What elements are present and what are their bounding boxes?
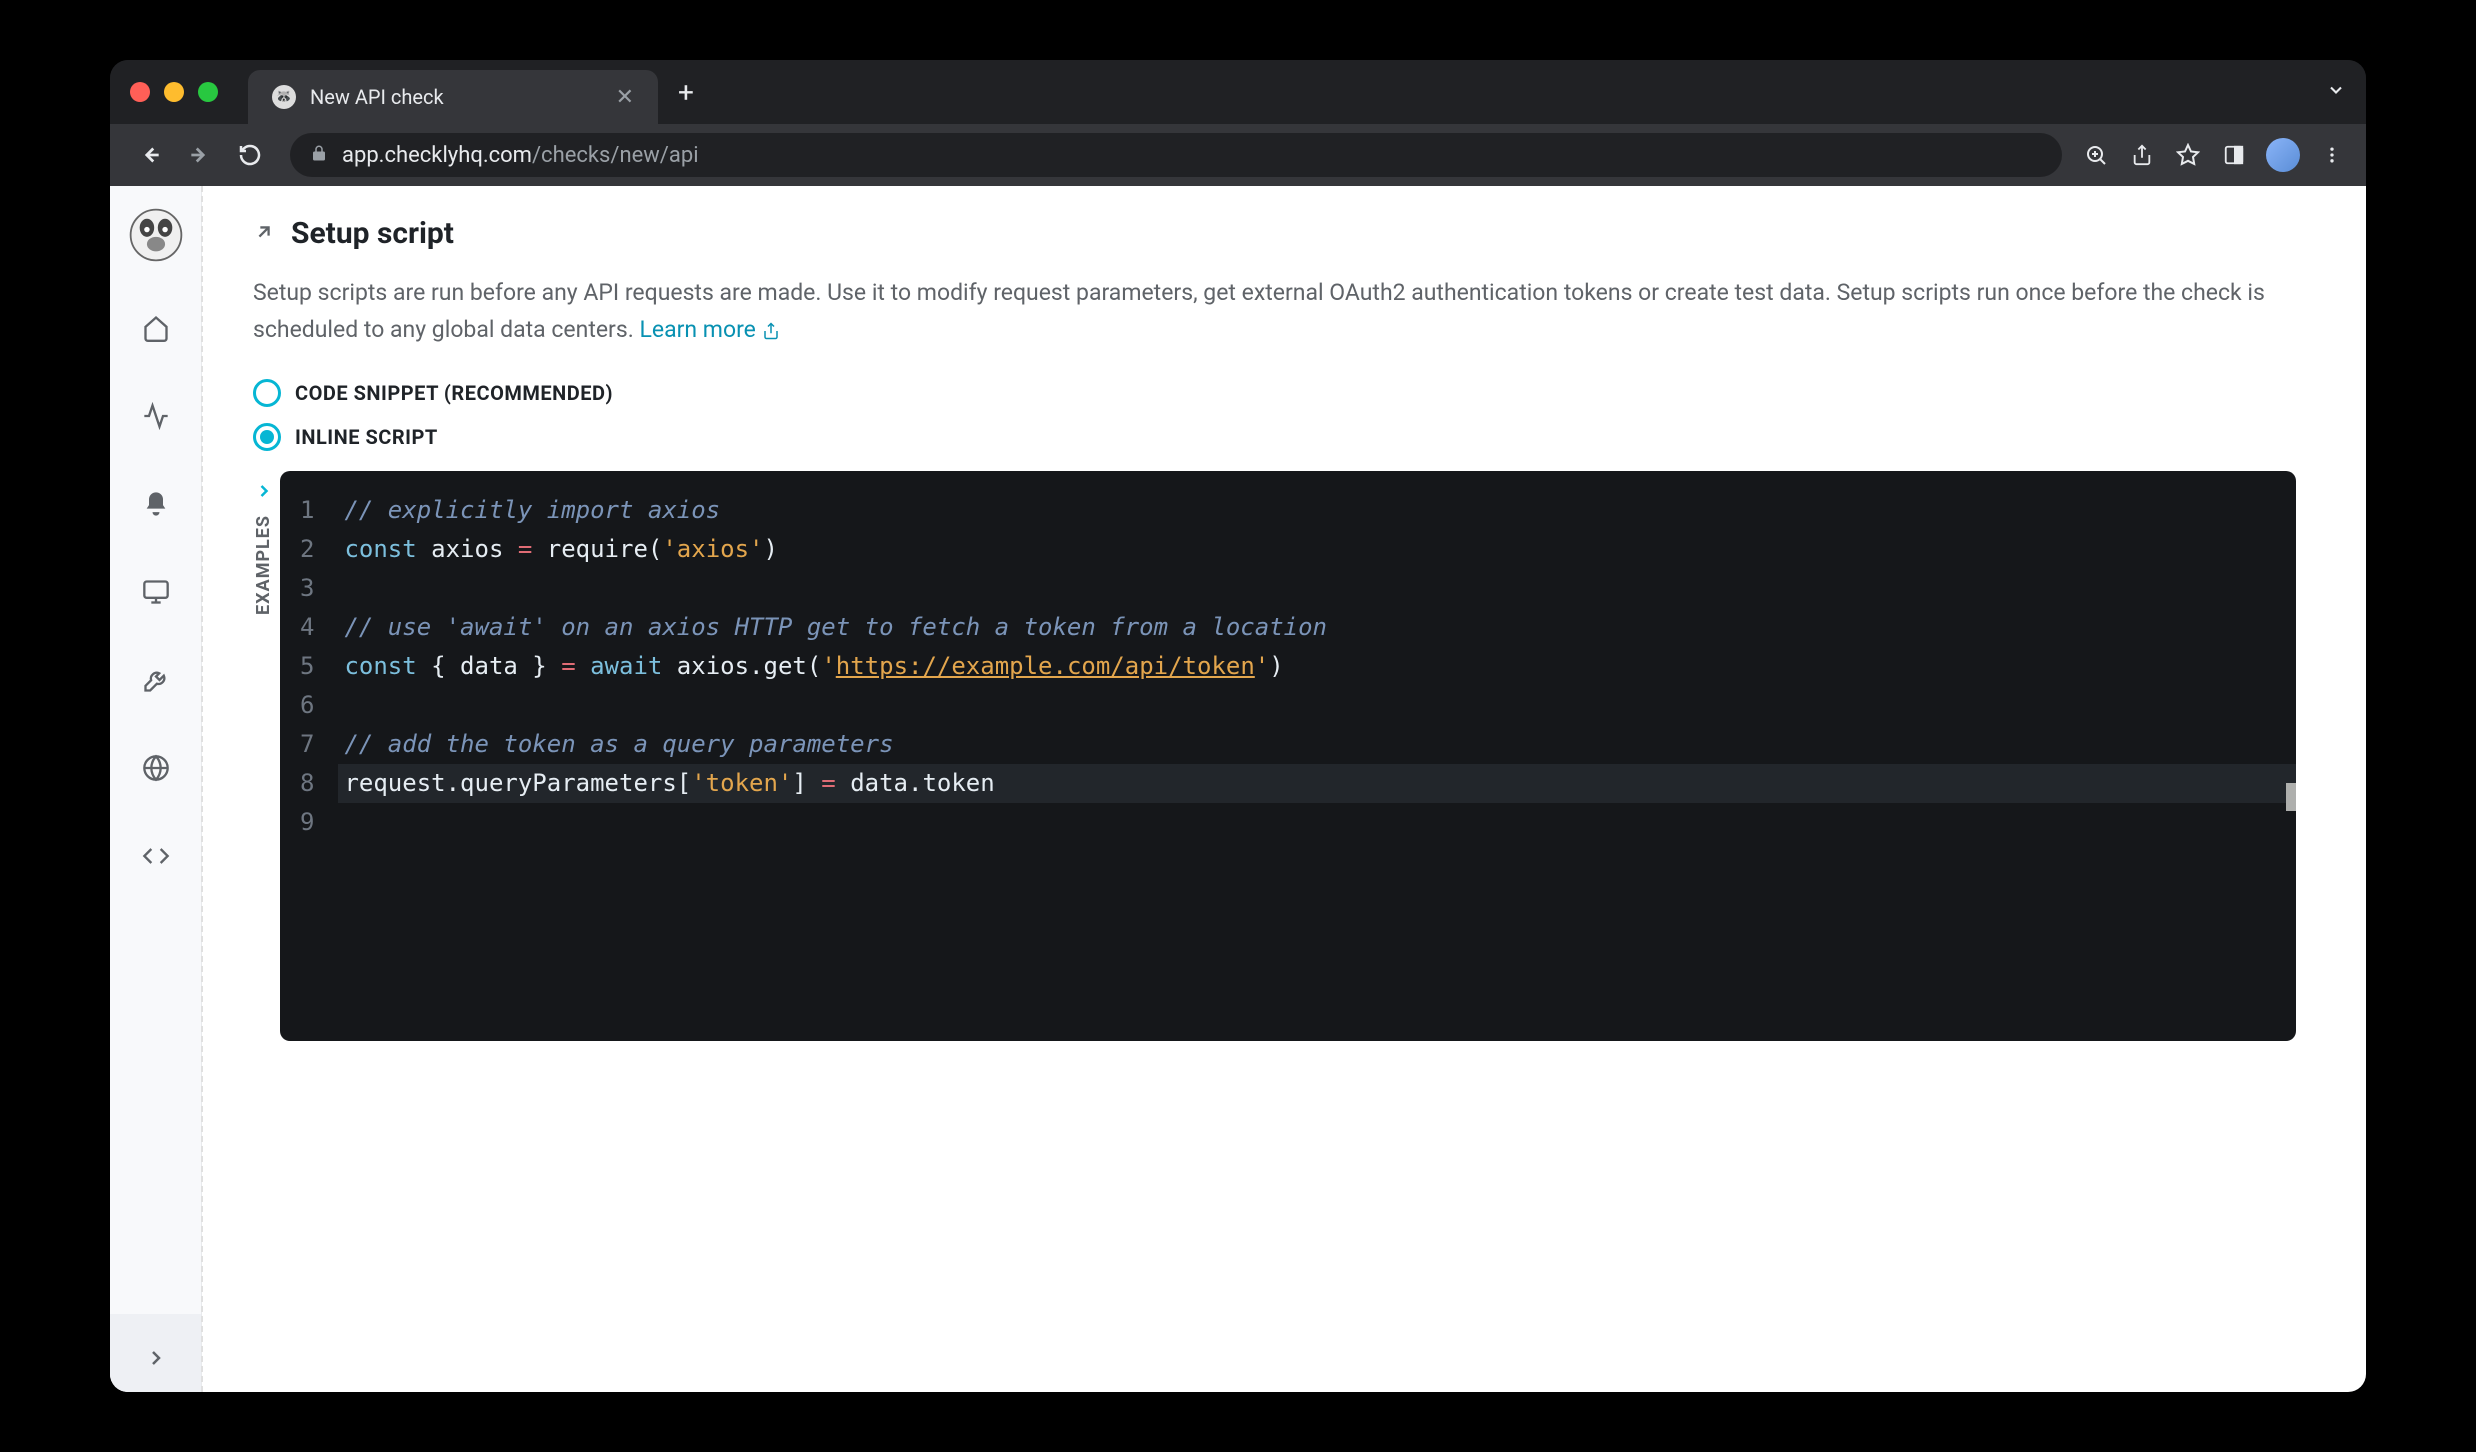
code-icon[interactable] bbox=[132, 832, 180, 880]
maximize-window-button[interactable] bbox=[198, 82, 218, 102]
radio-label: INLINE SCRIPT bbox=[295, 425, 438, 449]
code-editor[interactable]: 1 2 3 4 5 6 7 8 9 // explicitly import a… bbox=[280, 471, 2296, 1041]
window-controls bbox=[130, 82, 218, 102]
lock-icon bbox=[310, 144, 328, 166]
radio-label: CODE SNIPPET (RECOMMENDED) bbox=[295, 381, 613, 405]
chevron-right-icon bbox=[254, 481, 274, 505]
tab-bar: 🦝 New API check ✕ + bbox=[110, 60, 2366, 124]
url-text: app.checklyhq.com/checks/new/api bbox=[342, 143, 699, 168]
radio-circle-icon bbox=[253, 379, 281, 407]
section-title: Setup script bbox=[291, 216, 454, 251]
app-logo[interactable] bbox=[127, 206, 185, 264]
browser-window: 🦝 New API check ✕ + app.checklyhq.com/ch… bbox=[110, 60, 2366, 1392]
reload-button[interactable] bbox=[230, 135, 270, 175]
menu-icon[interactable] bbox=[2318, 141, 2346, 169]
global-icon[interactable] bbox=[132, 744, 180, 792]
maintenance-icon[interactable] bbox=[132, 656, 180, 704]
editor-cursor bbox=[2286, 783, 2296, 811]
radio-circle-selected-icon bbox=[253, 423, 281, 451]
learn-more-link[interactable]: Learn more bbox=[639, 316, 779, 343]
favicon-icon: 🦝 bbox=[272, 85, 296, 109]
section-description: Setup scripts are run before any API req… bbox=[253, 275, 2296, 349]
activity-icon[interactable] bbox=[132, 392, 180, 440]
main-content: Setup script Setup scripts are run befor… bbox=[201, 186, 2366, 1392]
url-host: app.checklyhq.com bbox=[342, 143, 532, 168]
examples-label: EXAMPLES bbox=[253, 515, 274, 615]
address-bar[interactable]: app.checklyhq.com/checks/new/api bbox=[290, 133, 2062, 177]
expand-out-icon[interactable] bbox=[253, 221, 275, 247]
content-area: Setup script Setup scripts are run befor… bbox=[110, 186, 2366, 1392]
forward-button[interactable] bbox=[180, 135, 220, 175]
share-icon[interactable] bbox=[2128, 141, 2156, 169]
panel-icon[interactable] bbox=[2220, 141, 2248, 169]
new-tab-button[interactable]: + bbox=[678, 76, 694, 109]
minimize-window-button[interactable] bbox=[164, 82, 184, 102]
script-type-radio-group: CODE SNIPPET (RECOMMENDED) INLINE SCRIPT bbox=[253, 379, 2296, 451]
url-path: /checks/new/api bbox=[532, 143, 699, 168]
close-tab-icon[interactable]: ✕ bbox=[616, 85, 634, 110]
tab-title: New API check bbox=[310, 85, 602, 109]
back-button[interactable] bbox=[130, 135, 170, 175]
close-window-button[interactable] bbox=[130, 82, 150, 102]
examples-panel-toggle[interactable]: EXAMPLES bbox=[253, 471, 274, 1041]
tab-overflow-button[interactable] bbox=[2326, 80, 2346, 104]
alerts-icon[interactable] bbox=[132, 480, 180, 528]
radio-code-snippet[interactable]: CODE SNIPPET (RECOMMENDED) bbox=[253, 379, 2296, 407]
browser-tab[interactable]: 🦝 New API check ✕ bbox=[248, 70, 658, 124]
bookmark-icon[interactable] bbox=[2174, 141, 2202, 169]
line-numbers: 1 2 3 4 5 6 7 8 9 bbox=[300, 491, 344, 1021]
app-sidebar bbox=[110, 186, 202, 1392]
expand-sidebar-icon[interactable] bbox=[132, 1334, 180, 1382]
toolbar-actions bbox=[2082, 138, 2346, 172]
editor-area: EXAMPLES 1 2 3 4 5 6 7 8 9 bbox=[253, 471, 2296, 1041]
zoom-icon[interactable] bbox=[2082, 141, 2110, 169]
radio-inline-script[interactable]: INLINE SCRIPT bbox=[253, 423, 2296, 451]
home-icon[interactable] bbox=[132, 304, 180, 352]
code-content: // explicitly import axios const axios =… bbox=[344, 491, 2276, 1021]
profile-avatar[interactable] bbox=[2266, 138, 2300, 172]
external-link-icon bbox=[762, 316, 780, 343]
description-text: Setup scripts are run before any API req… bbox=[253, 279, 2265, 343]
browser-toolbar: app.checklyhq.com/checks/new/api bbox=[110, 124, 2366, 186]
section-header: Setup script bbox=[253, 216, 2296, 251]
dashboards-icon[interactable] bbox=[132, 568, 180, 616]
